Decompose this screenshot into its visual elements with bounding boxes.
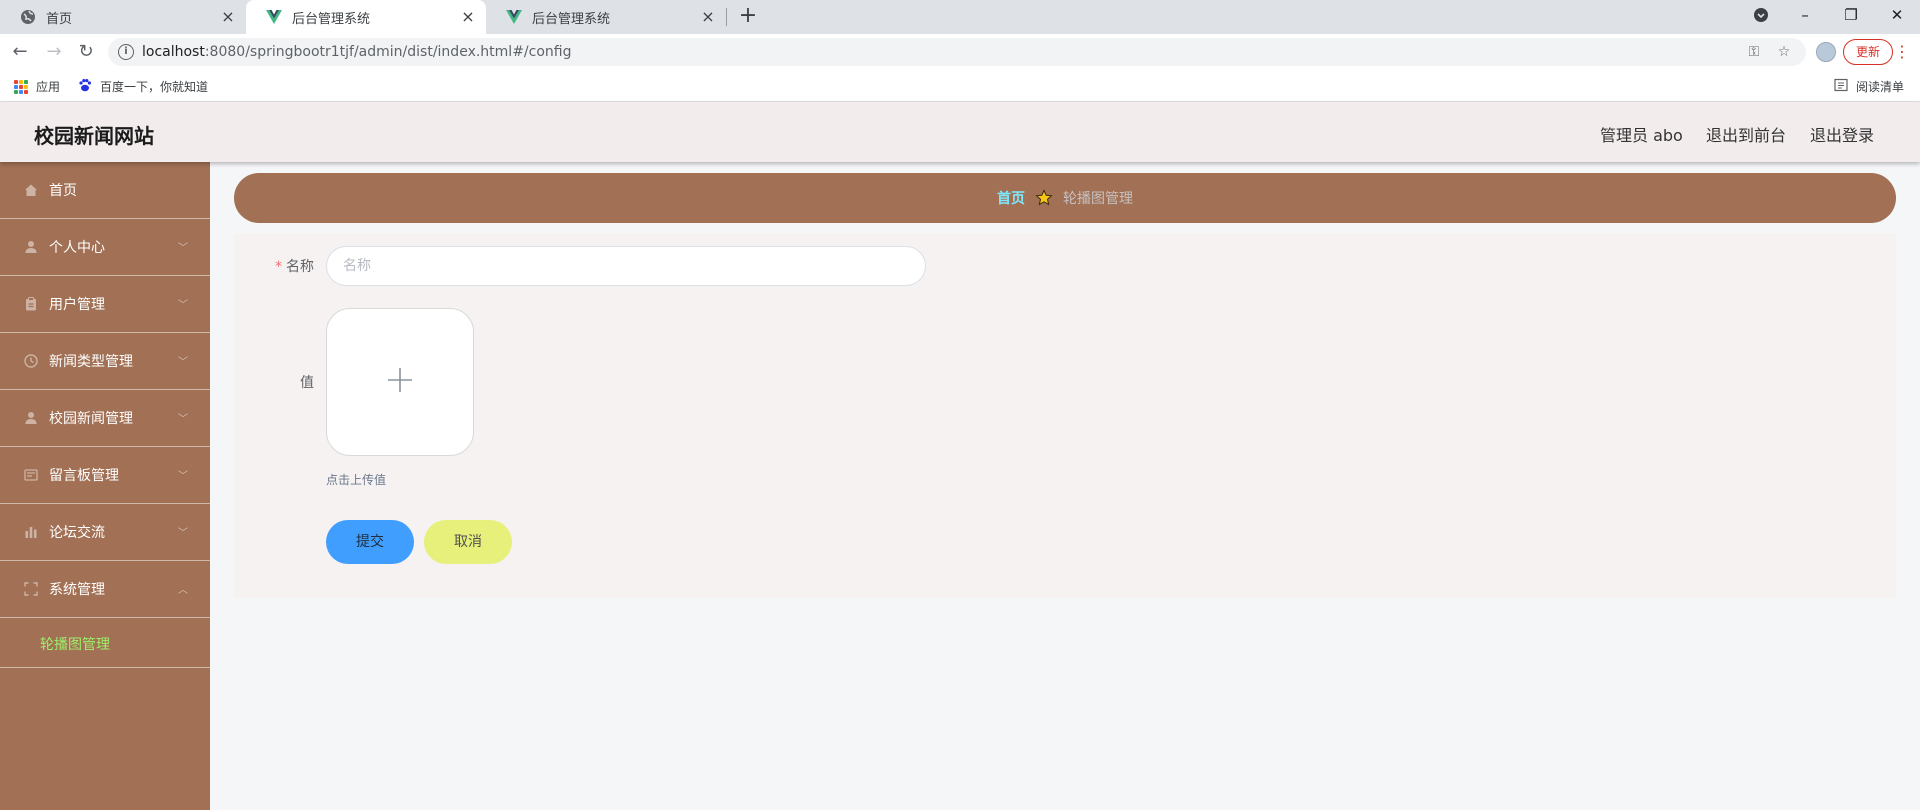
baidu-paw-icon <box>78 78 92 95</box>
sidebar-item-users[interactable]: 用户管理 ﹀ <box>0 276 210 333</box>
sidebar-item-campus-news[interactable]: 校园新闻管理 ﹀ <box>0 390 210 447</box>
sidebar-item-label: 个人中心 <box>49 240 105 256</box>
reload-icon[interactable]: ↻ <box>74 40 98 64</box>
sidebar-item-label: 首页 <box>49 183 77 199</box>
sidebar-item-label: 论坛交流 <box>49 525 105 541</box>
sidebar-item-news-types[interactable]: 新闻类型管理 ﹀ <box>0 333 210 390</box>
cancel-button[interactable]: 取消 <box>424 520 512 564</box>
name-input[interactable] <box>326 246 926 286</box>
home-icon <box>24 183 38 197</box>
sidebar-item-label: 系统管理 <box>49 582 105 598</box>
admin-user-label: 管理员 abo <box>1600 126 1683 145</box>
sidebar-item-label: 用户管理 <box>49 297 105 313</box>
message-icon <box>24 468 38 482</box>
breadcrumb-current: 轮播图管理 <box>1063 191 1133 207</box>
sidebar-item-home[interactable]: 首页 <box>0 162 210 219</box>
sidebar-item-label: 校园新闻管理 <box>49 411 133 427</box>
tab-separator <box>726 8 727 26</box>
url-text: localhost:8080/springbootr1tjf/admin/dis… <box>142 44 572 60</box>
app-header: 校园新闻网站 管理员 abo 退出到前台 退出登录 <box>0 102 1920 162</box>
vue-logo-icon <box>506 9 522 25</box>
back-to-frontend-link[interactable]: 退出到前台 <box>1706 122 1786 146</box>
tab-search-icon[interactable] <box>1738 0 1784 30</box>
chevron-up-icon: ︿ <box>178 585 188 596</box>
sidebar-item-message-board[interactable]: 留言板管理 ﹀ <box>0 447 210 504</box>
key-icon[interactable]: ⚿ <box>1744 42 1764 62</box>
new-tab-plus-icon[interactable]: + <box>736 5 760 29</box>
forward-arrow-icon[interactable]: → <box>42 40 66 64</box>
chevron-down-icon: ﹀ <box>178 414 188 425</box>
close-icon[interactable]: × <box>700 9 716 25</box>
bookmark-apps[interactable]: 应用 <box>14 78 60 95</box>
submit-button[interactable]: 提交 <box>326 520 414 564</box>
browser-tab-label: 首页 <box>46 11 73 27</box>
user-icon <box>24 411 38 425</box>
address-bar[interactable]: i localhost:8080/springbootr1tjf/admin/d… <box>108 38 1806 66</box>
sidebar-item-profile[interactable]: 个人中心 ﹀ <box>0 219 210 276</box>
chevron-down-icon: ﹀ <box>178 471 188 482</box>
bookmark-label: 百度一下，你就知道 <box>100 80 209 94</box>
sidebar-item-forum[interactable]: 论坛交流 ﹀ <box>0 504 210 561</box>
more-menu-icon[interactable]: ⋮ <box>1894 40 1910 64</box>
bar-chart-icon <box>24 525 38 539</box>
sidebar-subitem-label: 轮播图管理 <box>40 637 110 653</box>
chevron-down-icon: ﹀ <box>178 243 188 254</box>
sidebar-item-label: 留言板管理 <box>49 468 119 484</box>
reading-list[interactable]: 阅读清单 <box>1834 78 1904 95</box>
clock-icon <box>24 354 38 368</box>
back-arrow-icon[interactable]: ← <box>8 40 32 64</box>
browser-tab-admin[interactable]: 后台管理系统 × <box>486 0 726 34</box>
bookmarks-bar: 应用 百度一下，你就知道 阅读清单 <box>0 70 1920 102</box>
profile-avatar[interactable] <box>1816 42 1836 62</box>
site-title: 校园新闻网站 <box>34 124 154 148</box>
logout-link[interactable]: 退出登录 <box>1810 122 1874 146</box>
browser-tab-strip: 首页 × 后台管理系统 × 后台管理系统 × + – ❐ ✕ <box>0 0 1920 34</box>
vue-logo-icon <box>266 9 282 25</box>
restore-icon[interactable]: ❐ <box>1828 0 1874 30</box>
browser-tab-label: 后台管理系统 <box>532 11 611 27</box>
sidebar: 首页 个人中心 ﹀ 用户管理 ﹀ 新闻类型管理 ﹀ 校园新闻管理 ﹀ 留言板管理… <box>0 162 210 810</box>
clipboard-icon <box>24 297 38 311</box>
globe-icon <box>20 9 36 25</box>
upload-hint: 点击上传值 <box>326 473 387 487</box>
bookmark-star-icon[interactable]: ☆ <box>1774 42 1794 62</box>
breadcrumb: 首页 轮播图管理 <box>234 173 1896 223</box>
user-icon <box>24 240 38 254</box>
chevron-down-icon: ﹀ <box>178 528 188 539</box>
fullscreen-icon <box>24 582 38 596</box>
browser-tab-label: 后台管理系统 <box>292 11 371 27</box>
value-field-label: 值 <box>300 375 314 391</box>
plus-icon <box>387 367 413 397</box>
apps-grid-icon <box>14 79 28 94</box>
sidebar-item-system[interactable]: 系统管理 ︿ <box>0 561 210 618</box>
image-upload-box[interactable] <box>326 308 474 456</box>
config-form: *名称 值 点击上传值 提交 取消 <box>234 233 1896 598</box>
window-close-icon[interactable]: ✕ <box>1874 0 1920 30</box>
bookmark-label: 应用 <box>36 80 61 94</box>
update-button[interactable]: 更新 <box>1843 39 1893 65</box>
browser-tab-home[interactable]: 首页 × <box>0 0 246 34</box>
close-icon[interactable]: × <box>220 9 236 25</box>
chevron-down-icon: ﹀ <box>178 357 188 368</box>
chevron-down-icon: ﹀ <box>178 300 188 311</box>
browser-toolbar: ← → ↻ i localhost:8080/springbootr1tjf/a… <box>0 34 1920 70</box>
minimize-icon[interactable]: – <box>1782 0 1828 30</box>
site-info-icon[interactable]: i <box>118 44 134 60</box>
star-icon <box>1035 189 1053 207</box>
required-asterisk: * <box>275 259 282 275</box>
bookmark-baidu[interactable]: 百度一下，你就知道 <box>78 78 208 95</box>
name-field-label: * 名称 <box>275 259 314 275</box>
sidebar-subitem-carousel[interactable]: 轮播图管理 <box>0 618 210 668</box>
reading-list-icon <box>1834 78 1848 95</box>
sidebar-item-label: 新闻类型管理 <box>49 354 133 370</box>
browser-tab-admin-active[interactable]: 后台管理系统 × <box>246 0 486 34</box>
reading-list-label: 阅读清单 <box>1856 80 1905 94</box>
breadcrumb-home-link[interactable]: 首页 <box>997 188 1025 208</box>
close-icon[interactable]: × <box>460 9 476 25</box>
